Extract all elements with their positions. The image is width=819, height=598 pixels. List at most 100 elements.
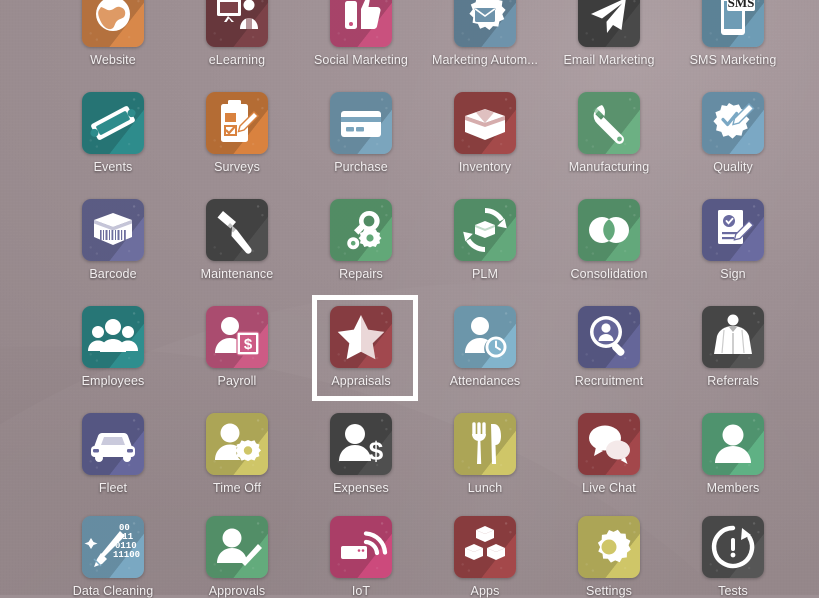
app-tile-manufacturing[interactable]: Manufacturing — [547, 92, 671, 174]
person-dollar-icon[interactable]: $ — [330, 413, 392, 475]
icon-texture — [206, 516, 268, 578]
app-tile-quality[interactable]: Quality — [671, 92, 795, 174]
app-tile-inventory[interactable]: Inventory — [423, 92, 547, 174]
person-gear-icon[interactable] — [206, 413, 268, 475]
hammer-icon[interactable] — [206, 199, 268, 261]
car-icon[interactable] — [82, 413, 144, 475]
cubes-icon[interactable] — [454, 516, 516, 578]
clipboard-pencil-icon[interactable] — [206, 92, 268, 154]
icon-texture — [330, 516, 392, 578]
icon-texture — [330, 92, 392, 154]
app-tile-time-off[interactable]: Time Off — [175, 413, 299, 495]
app-tile-tests[interactable]: Tests — [671, 516, 795, 598]
app-tile-label: Time Off — [212, 481, 262, 495]
app-tile-label: Employees — [81, 374, 145, 388]
app-tile-settings[interactable]: Settings — [547, 516, 671, 598]
credit-card-icon[interactable] — [330, 92, 392, 154]
app-tile-label: IoT — [351, 584, 371, 598]
iot-signal-icon[interactable] — [330, 516, 392, 578]
barcode-box-icon[interactable] — [82, 199, 144, 261]
chat-bubbles-icon[interactable] — [578, 413, 640, 475]
icon-texture — [578, 516, 640, 578]
app-tile-label: Apps — [470, 584, 500, 598]
icon-texture — [702, 0, 764, 47]
app-tile-label: Settings — [586, 584, 632, 598]
icon-texture — [454, 0, 516, 47]
person-clock-icon[interactable] — [454, 306, 516, 368]
icon-texture — [578, 92, 640, 154]
wrench-icon[interactable] — [578, 92, 640, 154]
app-tile-live-chat[interactable]: Live Chat — [547, 413, 671, 495]
broom-binary-icon[interactable]: 00111011011100 — [82, 516, 144, 578]
magnifier-person-icon[interactable] — [578, 306, 640, 368]
app-tile-sms-marketing[interactable]: SMS SMS Marketing — [671, 0, 795, 67]
app-tile-maintenance[interactable]: Maintenance — [175, 199, 299, 281]
person-money-icon[interactable]: $ — [206, 306, 268, 368]
app-tile-events[interactable]: Events — [51, 92, 175, 174]
app-tile-data-cleaning[interactable]: 00111011011100 Data Cleaning — [51, 516, 175, 598]
star-icon[interactable] — [330, 306, 392, 368]
hero-cape-icon[interactable] — [702, 306, 764, 368]
app-tile-label: Expenses — [333, 481, 389, 495]
signed-doc-icon[interactable] — [702, 199, 764, 261]
app-tile-social-marketing[interactable]: Social Marketing — [299, 0, 423, 67]
app-tile-label: Tests — [718, 584, 748, 598]
app-tile-repairs[interactable]: Repairs — [299, 199, 423, 281]
whiteboard-icon[interactable] — [206, 0, 268, 47]
globe-icon[interactable] — [82, 0, 144, 47]
app-tile-iot[interactable]: IoT — [299, 516, 423, 598]
cycle-box-icon[interactable] — [454, 199, 516, 261]
clock-reset-icon[interactable] — [702, 516, 764, 578]
icon-texture — [330, 0, 392, 47]
ticket-icon[interactable] — [82, 92, 144, 154]
icon-texture — [206, 92, 268, 154]
person-icon[interactable] — [702, 413, 764, 475]
icon-texture — [330, 199, 392, 261]
app-tile-email-marketing[interactable]: Email Marketing — [547, 0, 671, 67]
app-tile-marketing-autom[interactable]: Marketing Autom... — [423, 0, 547, 67]
app-grid: Website eLearning Social Marketing Marketin… — [0, 0, 819, 598]
app-tile-label: Members — [706, 481, 760, 495]
app-tile-website[interactable]: Website — [51, 0, 175, 67]
app-tile-sign[interactable]: Sign — [671, 199, 795, 281]
app-tile-members[interactable]: Members — [671, 413, 795, 495]
app-tile-consolidation[interactable]: Consolidation — [547, 199, 671, 281]
app-tile-surveys[interactable]: Surveys — [175, 92, 299, 174]
thumbs-up-icon[interactable] — [330, 0, 392, 47]
app-tile-label: Appraisals — [331, 374, 391, 388]
app-tile-elearning[interactable]: eLearning — [175, 0, 299, 67]
app-tile-expenses[interactable]: $ Expenses — [299, 413, 423, 495]
app-tile-recruitment[interactable]: Recruitment — [547, 306, 671, 388]
app-tile-referrals[interactable]: Referrals — [671, 306, 795, 388]
paper-plane-icon[interactable] — [578, 0, 640, 47]
app-tile-label: PLM — [471, 267, 498, 281]
app-tile-label: Fleet — [98, 481, 128, 495]
open-box-icon[interactable] — [454, 92, 516, 154]
app-tile-plm[interactable]: PLM — [423, 199, 547, 281]
app-tile-label: Maintenance — [200, 267, 274, 281]
gear-envelope-icon[interactable] — [454, 0, 516, 47]
app-tile-barcode[interactable]: Barcode — [51, 199, 175, 281]
person-check-icon[interactable] — [206, 516, 268, 578]
app-tile-approvals[interactable]: Approvals — [175, 516, 299, 598]
venn-circles-icon[interactable] — [578, 199, 640, 261]
wrench-gear-icon[interactable] — [330, 199, 392, 261]
icon-texture — [578, 306, 640, 368]
app-tile-employees[interactable]: Employees — [51, 306, 175, 388]
app-tile-attendances[interactable]: Attendances — [423, 306, 547, 388]
app-tile-label: Events — [93, 160, 133, 174]
app-tile-appraisals[interactable]: Appraisals — [299, 306, 423, 388]
app-tile-lunch[interactable]: Lunch — [423, 413, 547, 495]
app-tile-label: Manufacturing — [568, 160, 650, 174]
app-tile-fleet[interactable]: Fleet — [51, 413, 175, 495]
badge-pencil-icon[interactable] — [702, 92, 764, 154]
app-tile-purchase[interactable]: Purchase — [299, 92, 423, 174]
icon-texture — [206, 199, 268, 261]
sms-phone-icon[interactable]: SMS — [702, 0, 764, 47]
icon-texture — [82, 413, 144, 475]
fork-knife-icon[interactable] — [454, 413, 516, 475]
gear-icon[interactable] — [578, 516, 640, 578]
app-tile-payroll[interactable]: $ Payroll — [175, 306, 299, 388]
people-group-icon[interactable] — [82, 306, 144, 368]
app-tile-apps[interactable]: Apps — [423, 516, 547, 598]
